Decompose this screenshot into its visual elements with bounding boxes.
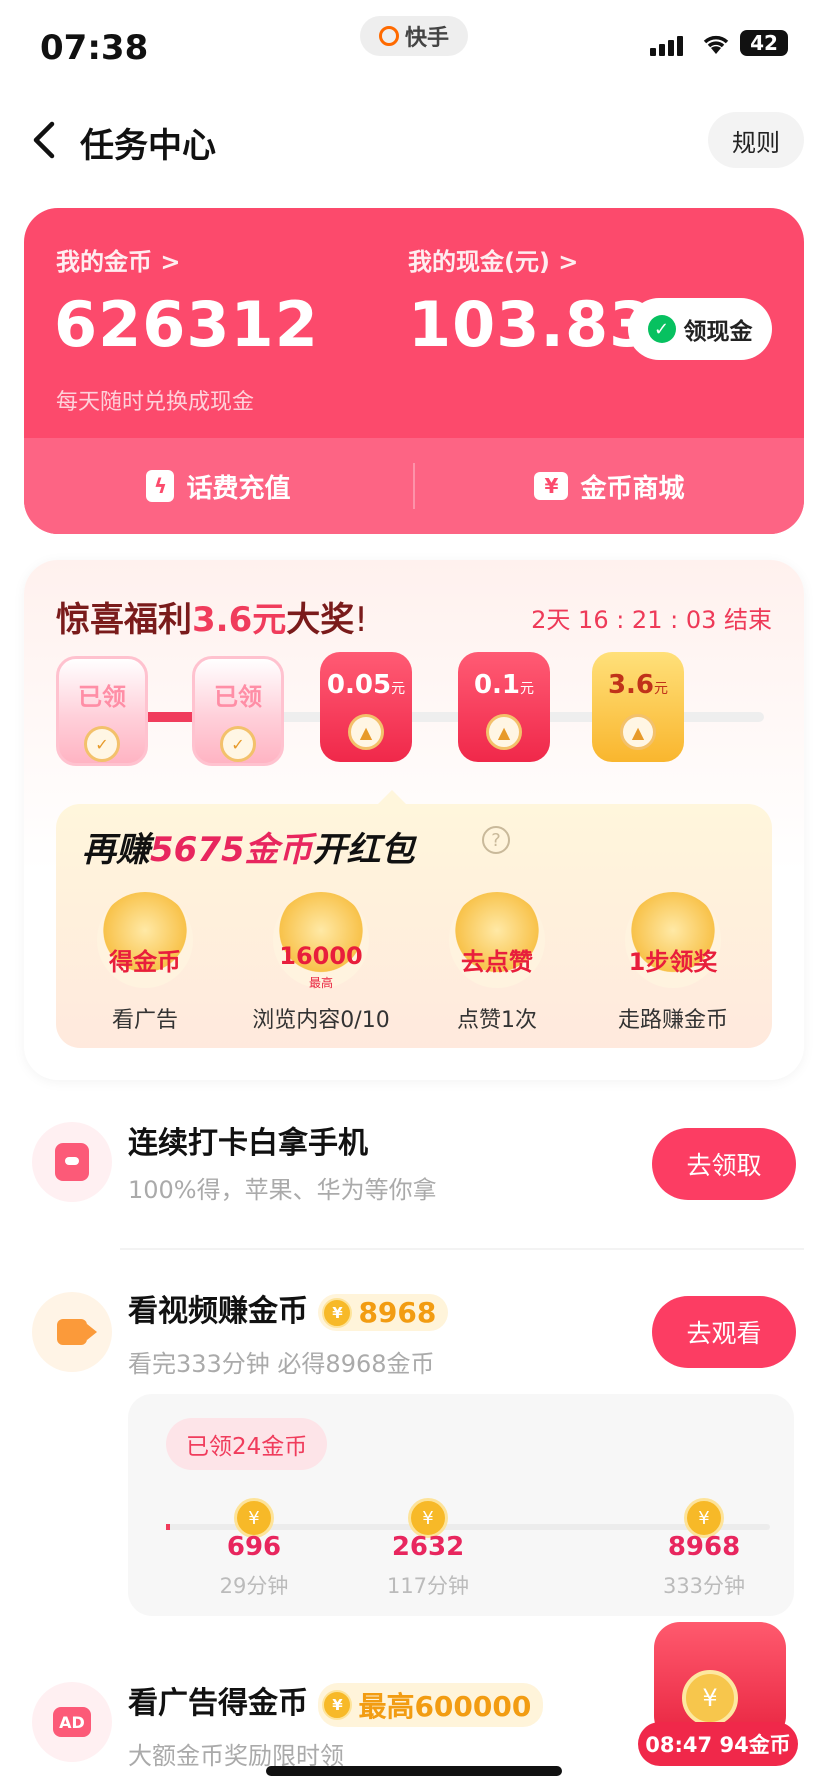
surprise-reward-card: 惊喜福利3.6元大奖! 2天 16 : 21 : 03 结束 已领 ✓ 已领 ✓… <box>24 560 804 1080</box>
task-browse-content[interactable]: 16000 最高 浏览内容0/10 <box>236 892 406 1034</box>
coin-reward-pill: ¥8968 <box>318 1294 449 1331</box>
check-icon: ✓ <box>220 726 256 762</box>
red-envelope-locked[interactable]: 0.05元 ▲ <box>320 652 412 762</box>
lightning-icon: ϟ <box>146 470 175 502</box>
coin-icon: ¥ <box>322 1297 353 1328</box>
check-icon: ✓ <box>84 726 120 762</box>
milestone: ¥ 696 29分钟 <box>184 1498 324 1600</box>
coin-icon: ¥ <box>682 1670 738 1726</box>
milestone: ¥ 2632 117分钟 <box>358 1498 498 1600</box>
earn-coins-panel: 再赚5675金币开红包 ? 得金币 看广告 16000 最高 浏览内容0/10 … <box>56 804 772 1048</box>
task-desc: 看完333分钟 必得8968金币 <box>128 1350 435 1378</box>
status-time: 07:38 <box>40 28 149 68</box>
cash-value: 103.83 <box>408 288 654 361</box>
wallet-card: 我的金币 > 626312 每天随时兑换成现金 我的现金(元) > 103.83… <box>24 208 804 534</box>
task-watch-ad[interactable]: 得金币 看广告 <box>60 892 230 1034</box>
coin-mall-button[interactable]: ¥ 金币商城 <box>415 438 804 534</box>
phone-task-icon <box>32 1122 112 1202</box>
task-name: 连续打卡白拿手机 <box>128 1126 368 1161</box>
video-progress-fill <box>166 1524 170 1530</box>
my-cash-link[interactable]: 我的现金(元) > <box>408 242 578 277</box>
coin-reward-pill: ¥ 最高600000 <box>318 1682 544 1727</box>
red-envelope-claimed: 已领 ✓ <box>56 656 148 766</box>
my-coins-link[interactable]: 我的金币 > <box>56 242 180 277</box>
coin-icon: 1步领奖 <box>625 892 721 988</box>
milestone: ¥ 8968 333分钟 <box>634 1498 774 1600</box>
task-like[interactable]: 去点赞 点赞1次 <box>412 892 582 1034</box>
coin-icon: ¥ <box>322 1689 353 1720</box>
wallet-shortcuts: ϟ 话费充值 ¥ 金币商城 <box>24 438 804 534</box>
ad-task-icon: AD <box>32 1682 112 1762</box>
earn-title: 再赚5675金币开红包 <box>82 830 415 870</box>
ticket-icon: ¥ <box>534 472 569 500</box>
kuaishou-logo-icon <box>378 26 399 46</box>
video-progress-panel: 已领24金币 ¥ 696 29分钟 ¥ 2632 117分钟 ¥ 8968 33… <box>128 1394 794 1616</box>
task-walk[interactable]: 1步领奖 走路赚金币 <box>588 892 758 1034</box>
help-icon[interactable]: ? <box>482 826 510 854</box>
phone-recharge-label: 话费充值 <box>186 473 291 504</box>
home-indicator[interactable] <box>266 1766 562 1776</box>
task-desc: 100%得，苹果、华为等你拿 <box>128 1176 437 1204</box>
coin-icon: 去点赞 <box>449 892 545 988</box>
red-envelope-claimed: 已领 ✓ <box>192 656 284 766</box>
gold-envelope-locked[interactable]: 3.6元 ▲ <box>592 652 684 762</box>
wechat-icon: ✓ <box>647 315 676 343</box>
lock-icon: ▲ <box>620 714 656 750</box>
red-envelope-locked[interactable]: 0.1元 ▲ <box>458 652 550 762</box>
coins-hint: 每天随时兑换成现金 <box>56 390 255 415</box>
coins-value: 626312 <box>54 288 319 361</box>
task-name: 看视频赚金币 ¥8968 <box>128 1286 449 1331</box>
cellular-signal-icon <box>650 36 683 56</box>
back-arrow-icon[interactable] <box>26 118 66 162</box>
pointer-arrow <box>378 790 406 804</box>
withdraw-cash-button[interactable]: ✓ 领现金 <box>628 298 772 360</box>
watch-button[interactable]: 去观看 <box>652 1296 796 1368</box>
divider <box>120 1248 804 1250</box>
lock-icon: ▲ <box>348 714 384 750</box>
reward-title: 惊喜福利3.6元大奖! <box>56 600 368 640</box>
treasure-timer: 08:47 94金币 <box>638 1722 798 1766</box>
lock-icon: ▲ <box>486 714 522 750</box>
battery-icon: 42 <box>740 30 788 56</box>
floating-treasure-widget[interactable]: ¥ 08:47 94金币 <box>638 1622 804 1772</box>
withdraw-cash-label: 领现金 <box>683 319 753 345</box>
app-indicator[interactable]: 快手 <box>360 16 468 56</box>
wifi-icon <box>703 35 729 54</box>
video-task-icon <box>32 1292 112 1372</box>
page-title: 任务中心 <box>80 126 216 166</box>
coin-icon: 得金币 <box>97 892 193 988</box>
reward-countdown: 2天 16 : 21 : 03 结束 <box>531 606 772 634</box>
rules-button[interactable]: 规则 <box>708 112 804 168</box>
task-name: 看广告得金币 ¥ 最高600000 <box>128 1678 544 1727</box>
coin-mall-label: 金币商城 <box>580 473 685 504</box>
claim-button[interactable]: 去领取 <box>652 1128 796 1200</box>
phone-recharge-button[interactable]: ϟ 话费充值 <box>24 438 413 534</box>
claimed-coins-badge: 已领24金币 <box>166 1418 328 1470</box>
coin-icon: 16000 最高 <box>273 892 369 990</box>
app-name: 快手 <box>404 26 449 51</box>
